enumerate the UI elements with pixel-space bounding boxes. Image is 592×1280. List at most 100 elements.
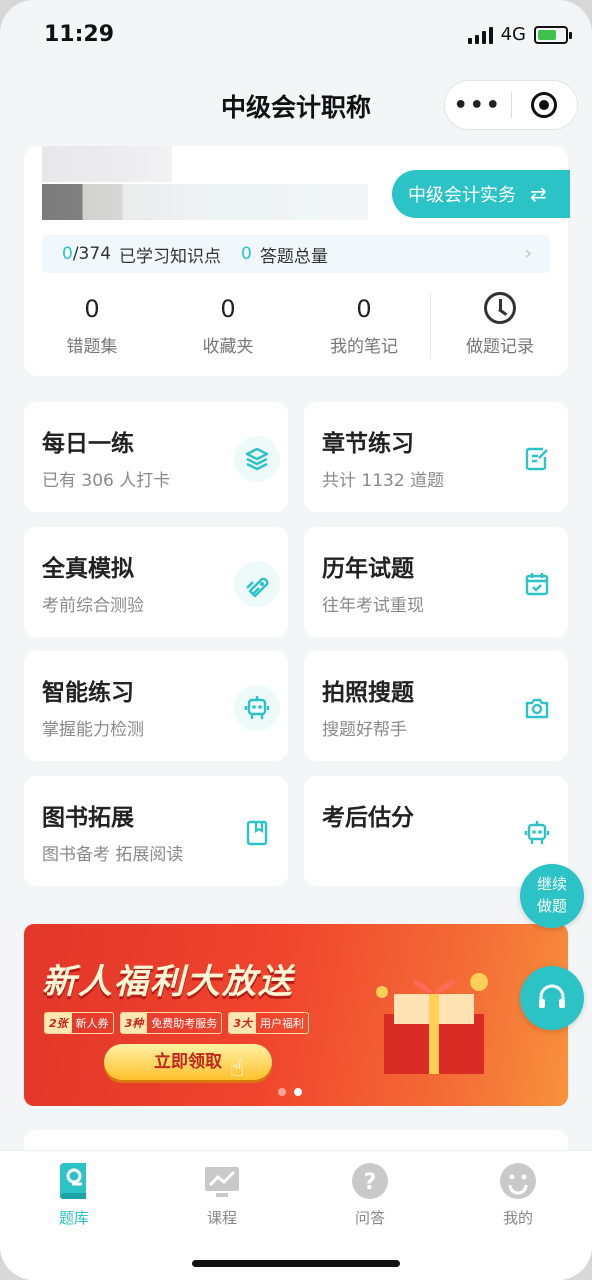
banner-headline: 新人福利大放送 bbox=[42, 962, 294, 1002]
pagination-dot-active bbox=[294, 1088, 302, 1096]
tile-past-exams[interactable]: 历年试题 往年考试重现 bbox=[304, 527, 568, 637]
banner-tag: 3大 用户福利 bbox=[228, 1012, 309, 1034]
wrong-questions-button[interactable]: 0 错题集 bbox=[24, 292, 160, 357]
question-bank-icon bbox=[54, 1161, 94, 1201]
course-icon bbox=[202, 1161, 242, 1201]
swap-icon: ⇄ bbox=[530, 182, 547, 206]
pointer-hand-icon: ☝ bbox=[230, 1054, 245, 1082]
target-icon bbox=[531, 92, 558, 118]
claim-now-button[interactable]: 立即领取 bbox=[104, 1044, 272, 1080]
history-icon bbox=[484, 292, 516, 324]
wrong-label: 错题集 bbox=[66, 337, 118, 357]
layers-icon bbox=[234, 436, 280, 482]
customer-service-button[interactable] bbox=[520, 966, 584, 1030]
counter-divider bbox=[430, 292, 431, 358]
tile-daily-practice[interactable]: 每日一练 已有 306 人打卡 bbox=[24, 402, 288, 512]
tab-profile[interactable]: 我的 bbox=[458, 1161, 578, 1228]
status-time: 11:29 bbox=[44, 22, 115, 47]
history-label: 做题记录 bbox=[466, 337, 534, 357]
robot-icon bbox=[234, 685, 280, 731]
headset-icon bbox=[539, 984, 565, 1008]
tile-subtitle: 搜题好帮手 bbox=[322, 720, 407, 740]
promo-banner[interactable]: 新人福利大放送 2张 新人券 3种 免费助考服务 3大 用户福利 立即领取 ☝ bbox=[24, 924, 568, 1106]
favorites-count: 0 bbox=[220, 295, 236, 323]
camera-icon bbox=[514, 685, 560, 731]
tile-subtitle: 掌握能力检测 bbox=[42, 720, 144, 740]
counters-row: 0 错题集 0 收藏夹 0 我的笔记 做题记录 bbox=[24, 292, 568, 364]
status-bar: 11:29 4G bbox=[0, 0, 592, 70]
profile-card: 中级会计实务 ⇄ 0 /374 已学习知识点 0 答题总量 › 0 错题集 0 … bbox=[24, 146, 570, 376]
tile-title: 智能练习 bbox=[42, 680, 134, 706]
tile-subtitle: 共计 1132 道题 bbox=[322, 471, 445, 491]
signal-icon bbox=[467, 26, 493, 44]
subject-switch-button[interactable]: 中级会计实务 ⇄ bbox=[392, 170, 570, 218]
learned-count: 0 bbox=[62, 244, 73, 264]
tile-title: 章节练习 bbox=[322, 431, 414, 457]
qa-icon: ? bbox=[350, 1161, 390, 1201]
continue-label: 做题 bbox=[536, 897, 567, 915]
continue-label: 继续 bbox=[536, 875, 567, 893]
calendar-check-icon bbox=[514, 561, 560, 607]
banner-pagination bbox=[278, 1088, 302, 1096]
tile-score-estimate[interactable]: 考后估分 bbox=[304, 776, 568, 886]
blurred-avatar bbox=[42, 146, 172, 182]
tile-smart-practice[interactable]: 智能练习 掌握能力检测 bbox=[24, 651, 288, 761]
tab-label: 题库 bbox=[58, 1209, 89, 1227]
subject-label: 中级会计实务 bbox=[408, 185, 516, 206]
miniprogram-capsule: ••• bbox=[444, 80, 578, 130]
tile-title: 图书拓展 bbox=[42, 805, 134, 831]
banner-tag: 3种 免费助考服务 bbox=[119, 1012, 223, 1034]
close-button[interactable] bbox=[512, 92, 578, 118]
answered-label: 答题总量 bbox=[259, 246, 328, 267]
tile-title: 全真模拟 bbox=[42, 556, 134, 582]
answered-count: 0 bbox=[241, 244, 252, 264]
home-indicator bbox=[192, 1260, 400, 1267]
tile-subtitle: 考前综合测验 bbox=[42, 596, 144, 616]
tile-subtitle: 图书备考 拓展阅读 bbox=[42, 845, 184, 865]
tile-title: 每日一练 bbox=[42, 431, 134, 457]
tab-question-bank[interactable]: 题库 bbox=[14, 1161, 134, 1228]
more-button[interactable]: ••• bbox=[445, 93, 511, 118]
battery-icon bbox=[534, 25, 572, 44]
tile-book-extension[interactable]: 图书拓展 图书备考 拓展阅读 bbox=[24, 776, 288, 886]
tile-mock-exam[interactable]: 全真模拟 考前综合测验 bbox=[24, 527, 288, 637]
tab-label: 我的 bbox=[502, 1209, 533, 1227]
tile-photo-search[interactable]: 拍照搜题 搜题好帮手 bbox=[304, 651, 568, 761]
tile-title: 历年试题 bbox=[322, 556, 414, 582]
favorites-label: 收藏夹 bbox=[202, 337, 254, 357]
rocket-icon bbox=[234, 561, 280, 607]
favorites-button[interactable]: 0 收藏夹 bbox=[160, 292, 296, 357]
tile-subtitle: 已有 306 人打卡 bbox=[42, 471, 171, 491]
chevron-right-icon: › bbox=[524, 243, 532, 264]
total-points: /374 bbox=[72, 244, 112, 264]
tile-title: 拍照搜题 bbox=[322, 680, 414, 706]
tile-subtitle: 往年考试重现 bbox=[322, 596, 424, 616]
robot-icon bbox=[514, 810, 560, 856]
pagination-dot bbox=[278, 1088, 286, 1096]
gift-box-illustration bbox=[376, 973, 488, 1074]
notes-button[interactable]: 0 我的笔记 bbox=[296, 292, 432, 357]
tab-label: 问答 bbox=[354, 1209, 385, 1227]
progress-stats-bar[interactable]: 0 /374 已学习知识点 0 答题总量 › bbox=[42, 235, 550, 273]
blurred-username bbox=[42, 184, 368, 220]
edit-note-icon bbox=[514, 436, 560, 482]
status-indicators: 4G bbox=[467, 24, 572, 45]
network-type: 4G bbox=[500, 24, 526, 45]
profile-icon bbox=[498, 1161, 538, 1201]
wrong-count: 0 bbox=[84, 295, 100, 323]
nav-header: 中级会计职称 ••• bbox=[0, 70, 592, 140]
history-button[interactable]: 做题记录 bbox=[432, 292, 568, 357]
learned-label: 已学习知识点 bbox=[119, 246, 222, 267]
book-icon bbox=[234, 810, 280, 856]
continue-practice-button[interactable]: 继续 做题 bbox=[520, 864, 584, 928]
tile-chapter-practice[interactable]: 章节练习 共计 1132 道题 bbox=[304, 402, 568, 512]
app-screen: 11:29 4G 中级会计职称 ••• 中级会计实务 ⇄ 0 /374 已学习知… bbox=[0, 0, 592, 1280]
tab-label: 课程 bbox=[206, 1209, 237, 1227]
tab-course[interactable]: 课程 bbox=[162, 1161, 282, 1228]
notes-label: 我的笔记 bbox=[330, 337, 398, 357]
banner-tags: 2张 新人券 3种 免费助考服务 3大 用户福利 bbox=[44, 1012, 309, 1034]
svg-text:?: ? bbox=[364, 1170, 377, 1195]
tab-qa[interactable]: ? 问答 bbox=[310, 1161, 430, 1228]
notes-count: 0 bbox=[356, 295, 372, 323]
tile-title: 考后估分 bbox=[322, 805, 414, 831]
